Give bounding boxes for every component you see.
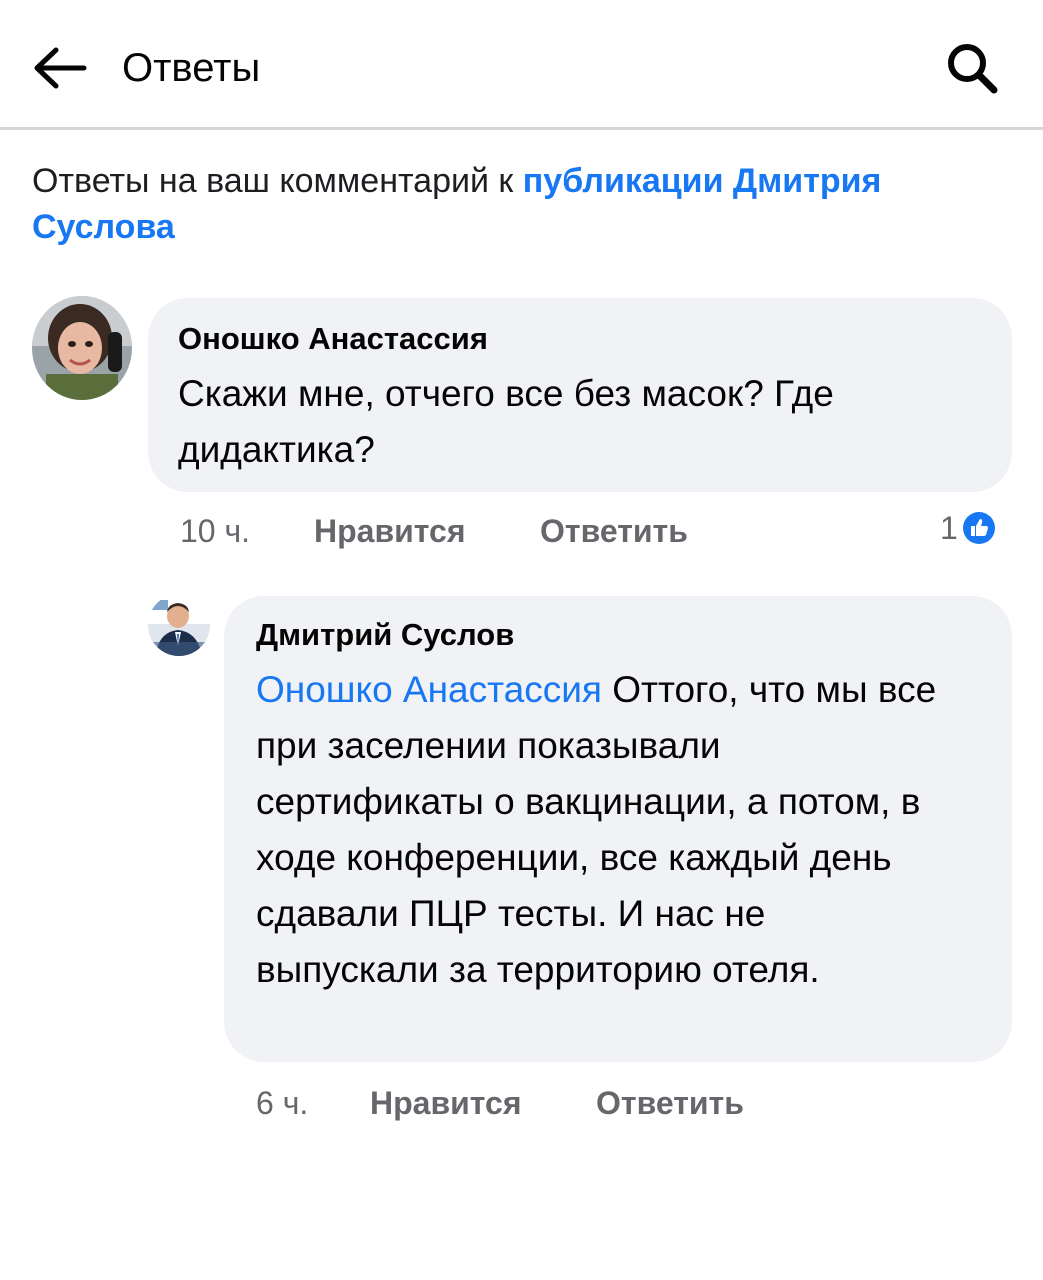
comment-actions: 10 ч. Нравится Ответить bbox=[180, 511, 900, 551]
reaction-summary[interactable]: 1 bbox=[940, 508, 996, 548]
like-icon bbox=[962, 512, 995, 544]
reply-button[interactable]: Ответить bbox=[596, 1083, 744, 1123]
arrow-left-icon[interactable] bbox=[32, 46, 88, 90]
reply-button[interactable]: Ответить bbox=[540, 511, 688, 551]
comment-text: Скажи мне, отчего все без масок? Где дид… bbox=[178, 373, 834, 470]
comment-author[interactable]: Дмитрий Суслов bbox=[256, 616, 514, 654]
like-button[interactable]: Нравится bbox=[314, 511, 466, 551]
replies-page: Ответы Ответы на ваш комментарий к публи… bbox=[0, 0, 1043, 1280]
avatar[interactable] bbox=[32, 296, 132, 400]
search-icon[interactable] bbox=[944, 40, 1000, 96]
replies-intro: Ответы на ваш комментарий к публикации Д… bbox=[32, 158, 1012, 250]
reply-text: Оттого, что мы все при заселении показыв… bbox=[256, 669, 937, 990]
comment-text: Оношко Анастассия Оттого, что мы все при… bbox=[256, 662, 956, 998]
comment-bubble: Оношко Анастассия Скажи мне, отчего все … bbox=[148, 298, 1012, 492]
avatar[interactable] bbox=[148, 594, 210, 656]
comment-author[interactable]: Оношко Анастассия bbox=[178, 320, 488, 358]
page-title: Ответы bbox=[122, 46, 261, 90]
top-bar: Ответы bbox=[0, 0, 1043, 130]
reply-bubble: Дмитрий Суслов Оношко Анастассия Оттого,… bbox=[224, 596, 1012, 1062]
like-button[interactable]: Нравится bbox=[370, 1083, 522, 1123]
reaction-count: 1 bbox=[940, 510, 958, 546]
comment-time: 10 ч. bbox=[180, 513, 251, 549]
comment-time: 6 ч. bbox=[256, 1085, 309, 1121]
intro-text: Ответы на ваш комментарий к bbox=[32, 162, 523, 200]
comment-actions: 6 ч. Нравится Ответить bbox=[256, 1083, 876, 1123]
mention-link[interactable]: Оношко Анастассия bbox=[256, 669, 602, 710]
